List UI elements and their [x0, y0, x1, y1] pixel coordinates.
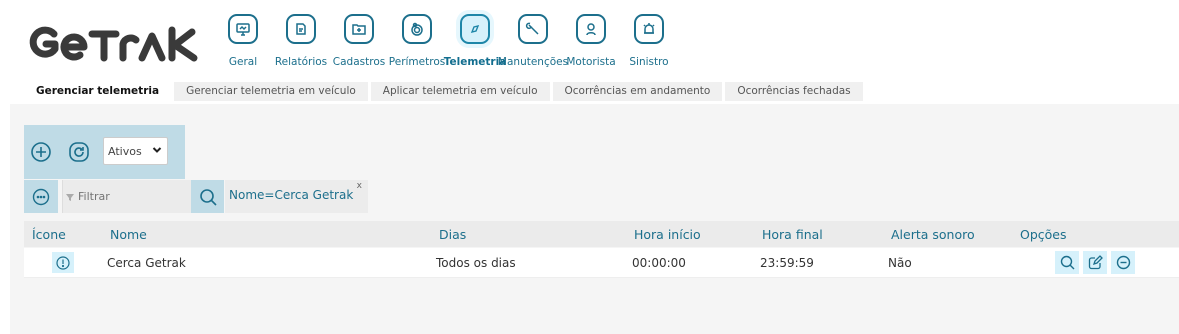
chip-close-icon[interactable]: x: [357, 181, 362, 191]
wrench-icon: [518, 14, 548, 44]
status-select-value: Ativos: [108, 144, 142, 158]
col-header-dias[interactable]: Dias: [439, 227, 466, 242]
cell-alerta-sonoro: Não: [888, 256, 912, 270]
getrak-logo: [24, 20, 204, 64]
filter-field: [62, 180, 191, 213]
add-button[interactable]: [30, 141, 52, 163]
search-icon: [1060, 255, 1074, 270]
monitor-icon: [228, 14, 258, 44]
nav-label-motorista: Motorista: [566, 56, 616, 68]
table-header: Ícone Nome Dias Hora início Hora final A…: [24, 221, 1179, 247]
telemetry-tabs: Gerenciar telemetria Gerenciar telemetri…: [24, 82, 863, 101]
funnel-icon: [66, 193, 74, 201]
target-icon: [402, 14, 432, 44]
tab-gerenciar-telemetria-veiculo[interactable]: Gerenciar telemetria em veículo: [174, 82, 368, 101]
toolbar: Ativos: [24, 125, 185, 179]
tab-aplicar-telemetria-veiculo[interactable]: Aplicar telemetria em veículo: [370, 82, 550, 101]
content-panel: [10, 104, 1179, 334]
nav-label-manutencoes: Manutenções: [497, 56, 569, 68]
tab-ocorrencias-fechadas[interactable]: Ocorrências fechadas: [725, 82, 863, 101]
folder-add-icon: [344, 14, 374, 44]
edit-icon: [1088, 255, 1103, 270]
cell-nome: Cerca Getrak: [107, 256, 186, 270]
nav-item-perimetros[interactable]: Perímetros: [388, 14, 446, 68]
status-select[interactable]: Ativos: [103, 137, 168, 165]
ellipsis-circle-icon: [32, 188, 50, 205]
col-header-alerta-sonoro[interactable]: Alerta sonoro: [891, 227, 975, 242]
col-header-opcoes: Opções: [1020, 227, 1067, 242]
search-button[interactable]: [191, 180, 224, 213]
remove-button[interactable]: [1111, 251, 1135, 274]
refresh-icon: [69, 142, 89, 162]
info-circle-icon: [52, 252, 74, 273]
edit-button[interactable]: [1083, 251, 1107, 274]
main-nav: Geral Relatórios Cadastros Perímetros Te…: [214, 14, 678, 68]
filter-chip-label: Nome=Cerca Getrak: [229, 188, 354, 202]
tab-ocorrencias-andamento[interactable]: Ocorrências em andamento: [552, 82, 723, 101]
nav-item-motorista[interactable]: Motorista: [562, 14, 620, 68]
plus-circle-icon: [31, 142, 51, 162]
col-header-icone[interactable]: Ícone: [32, 227, 66, 242]
table-row: Cerca Getrak Todos os dias 00:00:00 23:5…: [24, 248, 1179, 278]
nav-label-perimetros: Perímetros: [388, 56, 446, 68]
col-header-hora-inicio[interactable]: Hora início: [634, 227, 701, 242]
nav-label-geral: Geral: [228, 56, 258, 68]
driver-icon: [576, 14, 606, 44]
more-options-button[interactable]: [24, 180, 58, 213]
getrak-logo-mark: [29, 26, 198, 62]
nav-label-relatorios: Relatórios: [274, 56, 328, 68]
cell-hora-inicio: 00:00:00: [632, 256, 686, 270]
chevron-down-icon: [152, 147, 162, 153]
refresh-button[interactable]: [68, 141, 90, 163]
compass-icon: [460, 14, 490, 44]
nav-label-sinistro: Sinistro: [629, 56, 669, 68]
nav-label-cadastros: Cadastros: [332, 56, 386, 68]
cell-hora-final: 23:59:59: [760, 256, 814, 270]
nav-item-telemetria[interactable]: Telemetria: [443, 14, 507, 68]
filter-input[interactable]: [78, 190, 178, 203]
nav-item-geral[interactable]: Geral: [214, 14, 272, 68]
col-header-hora-final[interactable]: Hora final: [762, 227, 823, 242]
tab-gerenciar-telemetria[interactable]: Gerenciar telemetria: [24, 82, 172, 101]
view-button[interactable]: [1055, 251, 1079, 274]
nav-item-relatorios[interactable]: Relatórios: [272, 14, 330, 68]
siren-icon: [634, 14, 664, 44]
nav-item-sinistro[interactable]: Sinistro: [620, 14, 678, 68]
minus-circle-icon: [1116, 255, 1130, 270]
nav-item-cadastros[interactable]: Cadastros: [330, 14, 388, 68]
filter-chip: Nome=Cerca Getrak x: [225, 180, 368, 213]
report-icon: [286, 14, 316, 44]
nav-item-manutencoes[interactable]: Manutenções: [498, 14, 568, 68]
nav-label-telemetria: Telemetria: [443, 56, 507, 68]
col-header-nome[interactable]: Nome: [110, 227, 147, 242]
search-icon: [199, 188, 217, 206]
cell-dias: Todos os dias: [436, 256, 516, 270]
